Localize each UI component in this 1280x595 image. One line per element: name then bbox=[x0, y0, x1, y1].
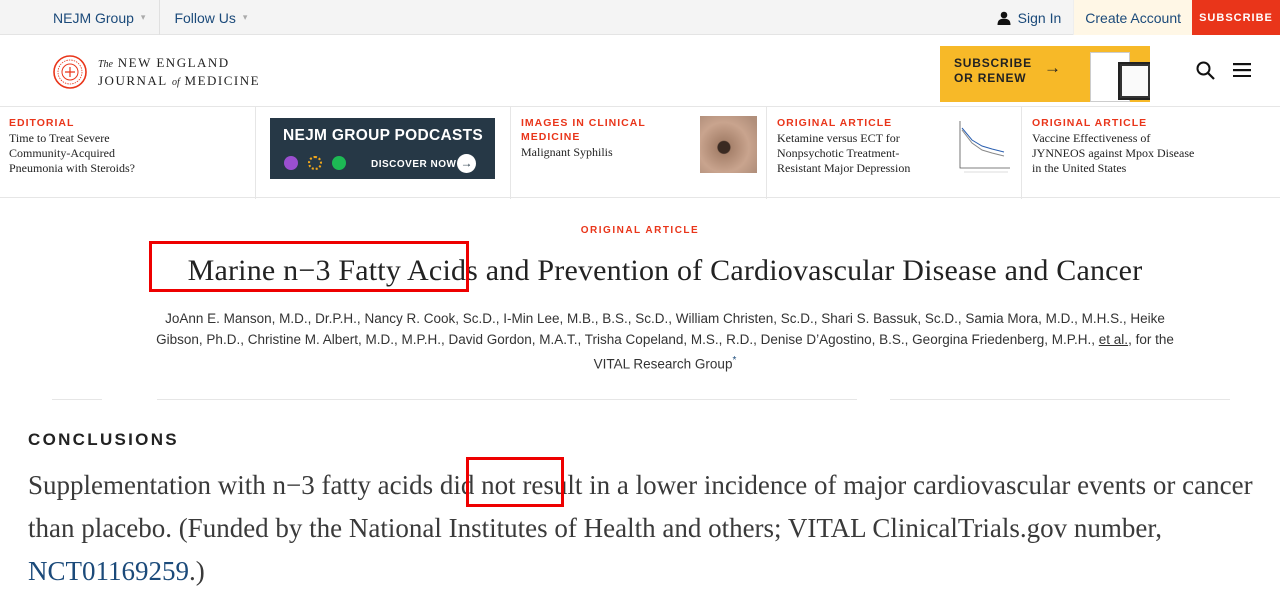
logo-of: of bbox=[172, 77, 180, 88]
top-bar-right: Sign In Create Account SUBSCRIBE bbox=[997, 0, 1280, 35]
card-kicker: EDITORIAL bbox=[9, 117, 75, 129]
card-title: Ketamine versus ECT for Nonpsychotic Tre… bbox=[777, 131, 911, 175]
card-title: Malignant Syphilis bbox=[521, 145, 613, 159]
search-icon[interactable] bbox=[1196, 61, 1215, 80]
subscribe-button[interactable]: SUBSCRIBE bbox=[1192, 0, 1280, 35]
footnote-star-link[interactable]: * bbox=[732, 355, 736, 366]
chevron-down-icon: ▾ bbox=[242, 12, 248, 22]
divider bbox=[255, 107, 256, 199]
ketamine-chart-thumbnail[interactable] bbox=[954, 116, 1014, 176]
logo-the: The bbox=[98, 59, 113, 70]
divider bbox=[1021, 107, 1022, 199]
highlight-box-title bbox=[149, 241, 469, 292]
logo-journal: JOURNAL bbox=[98, 73, 168, 88]
top-bar-left: NEJM Group ▾ Follow Us ▾ bbox=[53, 0, 247, 35]
arrow-right-icon: → bbox=[457, 154, 476, 173]
card-title: Vaccine Effectiveness of JYNNEOS against… bbox=[1032, 131, 1195, 175]
card-kicker: ORIGINAL ARTICLE bbox=[777, 117, 893, 129]
divider bbox=[159, 0, 161, 35]
arrow-right-icon: → bbox=[1044, 58, 1061, 77]
create-account-link[interactable]: Create Account bbox=[1073, 0, 1192, 35]
chevron-down-icon: ▾ bbox=[140, 12, 146, 22]
subscribe-renew-banner[interactable]: SUBSCRIBE OR RENEW → bbox=[940, 46, 1150, 102]
laptop-image bbox=[1118, 62, 1150, 100]
logo-medicine: MEDICINE bbox=[184, 73, 261, 88]
divider bbox=[890, 399, 1230, 400]
et-al-link[interactable]: et al. bbox=[1099, 332, 1128, 347]
follow-us-menu[interactable]: Follow Us ▾ bbox=[174, 10, 247, 26]
divider bbox=[510, 107, 511, 199]
podcast-cta: DISCOVER NOW bbox=[371, 159, 457, 170]
card-title: Time to Treat Severe Community-Acquired … bbox=[9, 131, 135, 175]
article-type-kicker: ORIGINAL ARTICLE bbox=[580, 225, 700, 236]
divider bbox=[157, 399, 857, 400]
card-kicker: ORIGINAL ARTICLE bbox=[1032, 117, 1148, 129]
nejm-group-menu[interactable]: NEJM Group ▾ bbox=[53, 10, 145, 26]
conclusions-tail: .) bbox=[189, 556, 205, 586]
nejm-group-label: NEJM Group bbox=[53, 9, 134, 26]
author-list: JoAnn E. Manson, M.D., Dr.P.H., Nancy R.… bbox=[150, 308, 1180, 375]
highlight-box-did-not bbox=[466, 457, 564, 507]
card-kicker: IMAGES IN CLINICAL MEDICINE bbox=[521, 117, 646, 143]
nejm-wordmark[interactable]: The NEW ENGLAND JOURNAL of MEDICINE bbox=[98, 55, 260, 91]
conclusions-text: Supplementation with n−3 fatty acids did… bbox=[28, 464, 1258, 593]
apple-podcasts-icon bbox=[284, 156, 298, 170]
sign-in-label: Sign In bbox=[1017, 9, 1062, 26]
site-header: The NEW ENGLAND JOURNAL of MEDICINE SUBS… bbox=[0, 36, 1280, 106]
authors-text: JoAnn E. Manson, M.D., Dr.P.H., Nancy R.… bbox=[156, 311, 1165, 347]
promo-line1: SUBSCRIBE bbox=[954, 56, 1032, 70]
featured-card-ketamine[interactable]: ORIGINAL ARTICLE Ketamine versus ECT for… bbox=[777, 116, 947, 208]
featured-articles-strip: EDITORIAL Time to Treat Severe Community… bbox=[0, 106, 1280, 199]
follow-us-label: Follow Us bbox=[174, 9, 236, 26]
podcast-banner[interactable]: NEJM GROUP PODCASTS DISCOVER NOW → bbox=[270, 118, 495, 179]
featured-card-editorial[interactable]: EDITORIAL Time to Treat Severe Community… bbox=[9, 116, 244, 208]
syphilis-thumbnail-image[interactable] bbox=[700, 116, 757, 173]
promo-text: SUBSCRIBE OR RENEW bbox=[954, 56, 1032, 86]
conclusions-body: Supplementation with n−3 fatty acids did… bbox=[28, 470, 1253, 543]
sign-in-link[interactable]: Sign In bbox=[997, 0, 1074, 35]
hamburger-menu-icon[interactable] bbox=[1233, 63, 1251, 77]
featured-card-images[interactable]: IMAGES IN CLINICAL MEDICINE Malignant Sy… bbox=[521, 116, 691, 208]
google-podcasts-icon bbox=[308, 156, 322, 170]
podcast-title: NEJM GROUP PODCASTS bbox=[283, 127, 484, 144]
divider bbox=[766, 107, 767, 199]
nejm-seal-logo[interactable] bbox=[53, 55, 87, 89]
person-icon bbox=[997, 11, 1011, 25]
spotify-icon bbox=[332, 156, 346, 170]
featured-card-jynneos[interactable]: ORIGINAL ARTICLE Vaccine Effectiveness o… bbox=[1032, 116, 1207, 208]
logo-line1: NEW ENGLAND bbox=[117, 55, 230, 70]
conclusions-heading: CONCLUSIONS bbox=[28, 430, 179, 449]
nct-link[interactable]: NCT01169259 bbox=[28, 556, 189, 586]
top-utility-bar: NEJM Group ▾ Follow Us ▾ Sign In Create … bbox=[0, 0, 1280, 35]
divider bbox=[52, 399, 102, 400]
promo-line2: OR RENEW bbox=[954, 71, 1027, 85]
